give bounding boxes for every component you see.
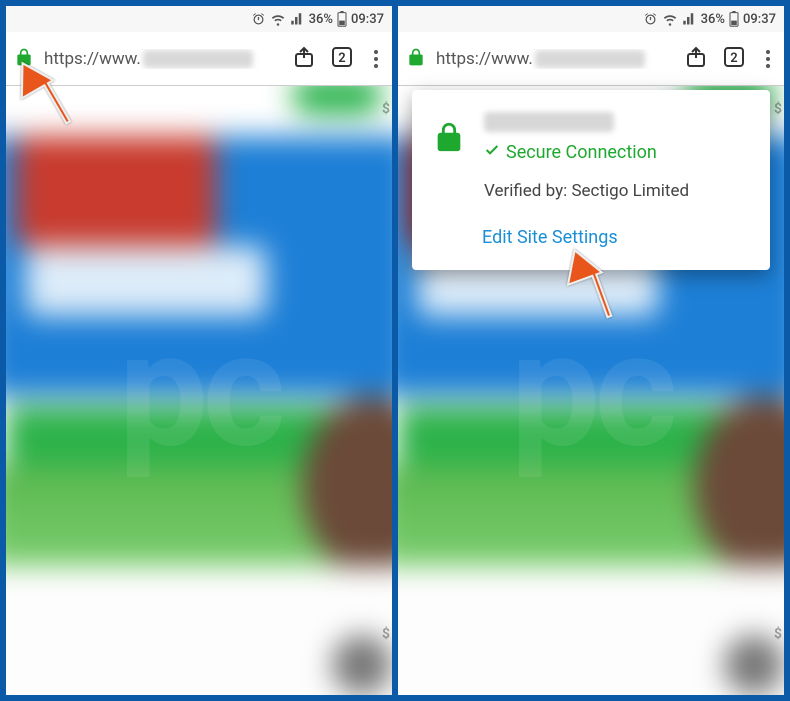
battery-percent: 36% (701, 12, 725, 27)
share-icon[interactable] (292, 45, 316, 73)
url-prefix: https://www. (436, 49, 533, 69)
phone-screenshot-right: 36% 09:37 https://www. 2 (398, 6, 784, 695)
status-bar: 36% 09:37 (398, 6, 784, 32)
lock-icon (432, 118, 466, 160)
decoration: $ (382, 101, 390, 117)
signal-icon (290, 12, 305, 27)
alarm-icon (643, 12, 658, 27)
edit-site-settings-link[interactable]: Edit Site Settings (482, 227, 750, 248)
battery-icon (729, 11, 739, 27)
tab-count: 2 (338, 50, 345, 65)
clock-time: 09:37 (743, 12, 776, 27)
status-bar: 36% 09:37 (6, 6, 392, 32)
decoration: $ (774, 101, 782, 117)
decoration: $ (774, 626, 782, 642)
battery-percent: 36% (309, 12, 333, 27)
site-name-blurred (484, 112, 614, 132)
browser-toolbar: https://www. 2 (398, 32, 784, 86)
page-content-blurred: pc (6, 86, 392, 695)
phone-screenshot-left: 36% 09:37 https://www. 2 (6, 6, 392, 695)
wifi-icon (270, 12, 286, 27)
secure-connection-label: Secure Connection (484, 142, 750, 163)
check-icon (484, 142, 500, 163)
lock-icon[interactable] (406, 46, 426, 72)
browser-toolbar: https://www. 2 (6, 32, 392, 86)
verified-by-label: Verified by: Sectigo Limited (484, 181, 750, 201)
site-info-popup: Secure Connection Verified by: Sectigo L… (412, 90, 770, 270)
battery-icon (337, 11, 347, 27)
menu-button[interactable] (760, 50, 776, 68)
alarm-icon (251, 12, 266, 27)
decoration: $ (382, 626, 390, 642)
url-prefix: https://www. (44, 49, 141, 69)
tab-count: 2 (730, 50, 737, 65)
url-blurred (143, 50, 253, 68)
url-bar[interactable]: https://www. (436, 49, 674, 69)
signal-icon (682, 12, 697, 27)
tab-switcher[interactable]: 2 (330, 45, 354, 73)
url-blurred (535, 50, 645, 68)
wifi-icon (662, 12, 678, 27)
lock-icon[interactable] (14, 46, 34, 72)
url-bar[interactable]: https://www. (44, 49, 282, 69)
clock-time: 09:37 (351, 12, 384, 27)
share-icon[interactable] (684, 45, 708, 73)
menu-button[interactable] (368, 50, 384, 68)
tab-switcher[interactable]: 2 (722, 45, 746, 73)
